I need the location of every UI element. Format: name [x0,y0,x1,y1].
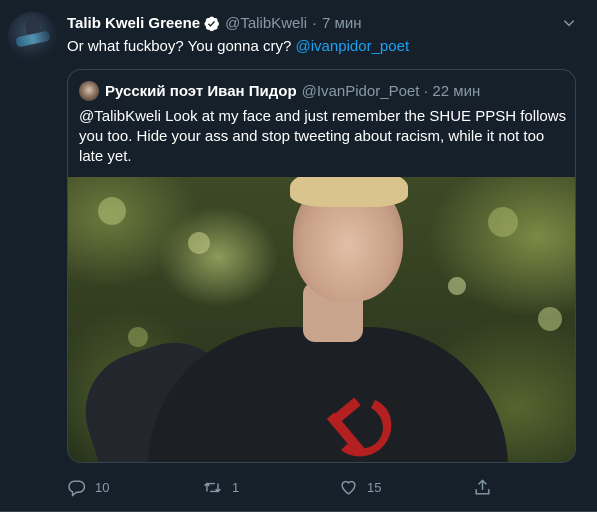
heart-icon [341,480,356,495]
quoted-tweet-header: Русский поэт Иван Пидор @IvanPidor_Poet … [79,81,480,101]
quoted-separator-dot: · [423,82,429,100]
tweet-actions: 10 1 15 [67,478,507,498]
quoted-tweet[interactable]: Русский поэт Иван Пидор @IvanPidor_Poet … [67,69,576,463]
avatar-glare [15,30,51,48]
handle[interactable]: @TalibKweli [225,15,307,32]
separator-dot: · [312,14,318,32]
bokeh-light [488,207,518,237]
bokeh-light [128,327,148,347]
bokeh-light [448,277,466,295]
retweet-button[interactable]: 1 [202,478,239,497]
quoted-timestamp[interactable]: 22 мин [432,83,480,100]
hammer-sickle-emblem [326,397,392,457]
display-name[interactable]: Talib Kweli Greene [67,15,200,32]
timestamp[interactable]: 7 мин [322,15,362,32]
verified-badge-icon [203,15,220,32]
tweet-text: Or what fuckboy? You gonna cry? @ivanpid… [67,37,409,57]
photo-hair [290,177,408,207]
quoted-tweet-photo[interactable] [68,177,575,462]
like-count: 15 [367,480,382,495]
share-button[interactable] [473,478,492,497]
retweet-icon [204,482,221,493]
tweet-header: Talib Kweli Greene @TalibKweli · 7 мин [67,13,362,33]
quoted-avatar[interactable] [79,81,99,101]
reply-icon [68,480,86,497]
quoted-display-name[interactable]: Русский поэт Иван Пидор [105,83,297,100]
mention-link[interactable]: @ivanpidor_poet [295,38,409,55]
reply-count: 10 [95,480,110,495]
reply-button[interactable]: 10 [67,478,109,497]
avatar[interactable] [8,12,57,61]
quoted-handle[interactable]: @IvanPidor_Poet [302,83,420,100]
bokeh-light [98,197,126,225]
bokeh-light [538,307,562,331]
tweet-body: Or what fuckboy? You gonna cry? [67,38,296,55]
tweet[interactable]: Talib Kweli Greene @TalibKweli · 7 мин O… [0,0,597,512]
bokeh-light [188,232,210,254]
retweet-count: 1 [232,480,240,495]
like-button[interactable]: 15 [339,478,381,497]
quoted-tweet-text: @TalibKweli Look at my face and just rem… [79,108,567,165]
share-icon [475,479,490,495]
chevron-down-icon[interactable] [560,14,578,32]
